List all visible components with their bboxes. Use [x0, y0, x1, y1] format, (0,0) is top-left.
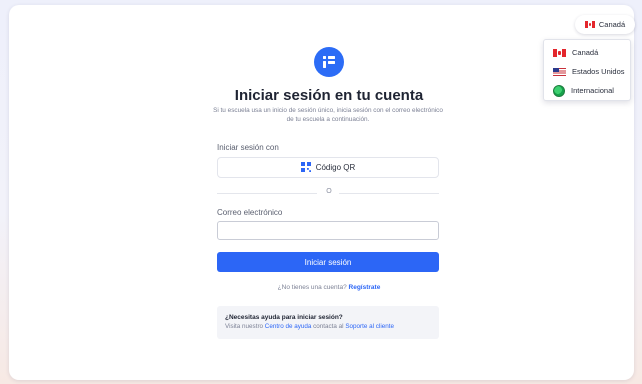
country-option-label: Internacional	[571, 86, 614, 95]
country-option-label: Estados Unidos	[572, 67, 625, 76]
country-selector-label: Canadá	[598, 20, 626, 29]
country-dropdown-menu: Canadá Estados Unidos Internacional	[543, 39, 631, 101]
register-link[interactable]: Regístrate	[349, 284, 381, 291]
divider-text: O	[326, 188, 332, 195]
country-option-international[interactable]: Internacional	[544, 81, 630, 100]
email-field[interactable]	[217, 221, 439, 240]
qr-code-button[interactable]: Código QR	[217, 157, 439, 178]
divider-left	[217, 193, 317, 194]
no-account-text: ¿No tienes una cuenta?	[277, 284, 347, 291]
help-visit-text: Visita nuestro	[225, 323, 264, 330]
globe-icon	[553, 84, 565, 97]
page-subtitle: Si tu escuela usa un inicio de sesión ún…	[213, 107, 443, 123]
canada-flag-icon	[584, 21, 595, 28]
help-center-link[interactable]: Centro de ayuda	[265, 323, 312, 330]
country-option-united-states[interactable]: Estados Unidos	[544, 62, 630, 81]
register-prompt: ¿No tienes una cuenta? Regístrate	[0, 284, 642, 291]
qr-code-icon	[300, 161, 311, 174]
us-flag-icon	[553, 67, 566, 76]
email-label: Correo electrónico	[217, 208, 283, 217]
app-logo-icon	[314, 47, 344, 77]
qr-code-button-label: Código QR	[315, 163, 356, 172]
canada-flag-icon	[553, 48, 566, 57]
country-selector-button[interactable]: Canadá	[575, 15, 635, 34]
sign-in-with-label: Iniciar sesión con	[217, 143, 279, 152]
help-box: ¿Necesitas ayuda para iniciar sesión? Vi…	[217, 306, 439, 339]
customer-support-link[interactable]: Soporte al cliente	[345, 323, 394, 330]
help-contact-text: contacta al	[313, 323, 344, 330]
country-option-canada[interactable]: Canadá	[544, 43, 630, 62]
sign-in-button[interactable]: Iniciar sesión	[217, 252, 439, 272]
help-title: ¿Necesitas ayuda para iniciar sesión?	[225, 314, 343, 321]
divider-right	[339, 193, 439, 194]
country-option-label: Canadá	[572, 48, 599, 57]
help-text: Visita nuestro Centro de ayuda contacta …	[225, 323, 431, 330]
